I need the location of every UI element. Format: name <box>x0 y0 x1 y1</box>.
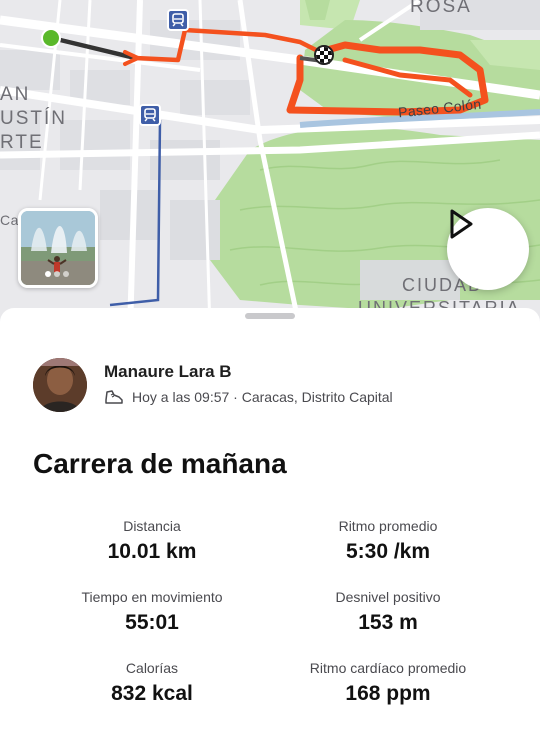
stat-value: 168 ppm <box>345 682 431 705</box>
checkered-flag-icon <box>316 47 332 63</box>
photo-pager-dots <box>45 271 69 277</box>
stat-label: Ritmo promedio <box>338 518 438 534</box>
stat-label: Desnivel positivo <box>335 589 441 605</box>
activity-photo-thumbnail[interactable] <box>18 208 98 288</box>
activity-sheet: Manaure Lara B Hoy a las 09:57 · Caracas… <box>0 308 540 737</box>
map-label-rte: RTE <box>0 132 44 153</box>
sheet-drag-handle[interactable] <box>245 313 295 319</box>
avatar[interactable] <box>33 358 87 412</box>
stat-value: 10.01 km <box>107 540 197 563</box>
athlete-avatar-image <box>33 358 87 412</box>
route-start-marker <box>41 28 61 48</box>
stat-value: 153 m <box>358 611 418 634</box>
activity-date-location: Hoy a las 09:57 · Caracas, Distrito Capi… <box>132 389 393 405</box>
metro-station-icon <box>139 104 161 126</box>
stat-pace: Ritmo promedio 5:30 /km <box>268 518 508 564</box>
stat-label: Distancia <box>123 518 181 534</box>
map-label-ustin: USTÍN <box>0 108 67 129</box>
stat-moving-time: Tiempo en movimiento 55:01 <box>32 589 272 635</box>
stat-calories: Calorías 832 kcal <box>32 660 272 706</box>
route-finish-marker <box>314 45 334 65</box>
athlete-name[interactable]: Manaure Lara B <box>104 362 232 382</box>
stat-value: 832 kcal <box>111 682 193 705</box>
train-station-icon <box>167 9 189 31</box>
activity-title: Carrera de mañana <box>33 448 287 479</box>
stat-label: Ritmo cardíaco promedio <box>309 660 467 676</box>
route-map[interactable]: ROSA AN USTÍN RTE Cab stín CIUDAD UNIVER… <box>0 0 540 330</box>
stat-heart-rate: Ritmo cardíaco promedio 168 ppm <box>268 660 508 706</box>
stat-distance: Distancia 10.01 km <box>32 518 272 564</box>
play-flyover-button[interactable] <box>447 208 529 290</box>
stat-label: Tiempo en movimiento <box>81 589 223 605</box>
map-label-an: AN <box>0 84 31 105</box>
running-shoe-icon <box>105 390 123 404</box>
stat-elevation-gain: Desnivel positivo 153 m <box>268 589 508 635</box>
activity-meta: Hoy a las 09:57 · Caracas, Distrito Capi… <box>104 388 393 406</box>
map-label-rosa: ROSA <box>410 0 472 17</box>
stat-label: Calorías <box>125 660 179 676</box>
stat-value: 5:30 /km <box>345 540 431 563</box>
stat-value: 55:01 <box>125 611 179 634</box>
play-icon <box>450 209 473 239</box>
